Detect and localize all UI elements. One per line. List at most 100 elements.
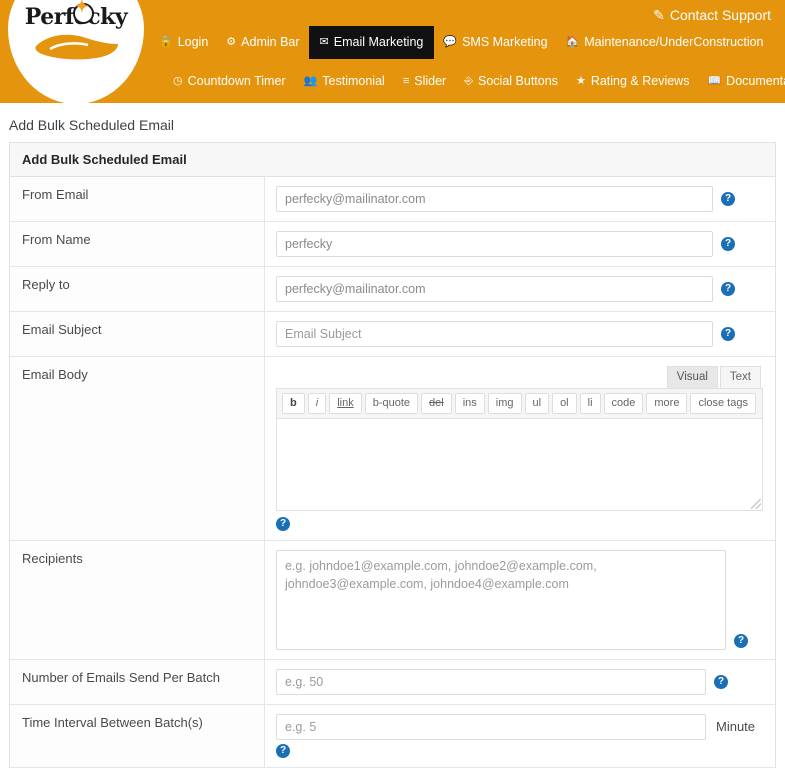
nav-item-social-buttons[interactable]: ⎆ Social Buttons bbox=[455, 67, 567, 96]
bulk-email-form: From Email ? From Name ? bbox=[10, 177, 775, 768]
reply-to-help-icon[interactable]: ? bbox=[721, 282, 735, 296]
star-icon: ★ bbox=[575, 74, 586, 87]
envelope-icon: ✉ bbox=[319, 36, 329, 48]
editor-button-more[interactable]: more bbox=[646, 393, 688, 415]
email-body-textarea[interactable] bbox=[276, 419, 763, 512]
form-row-time-interval: Time Interval Between Batch(s) Minute ? bbox=[10, 704, 775, 768]
email-body-help-icon[interactable]: ? bbox=[276, 517, 290, 532]
nav-row-primary: 🔒 Login ⚙ Admin Bar ✉ Email Marketing 💬 … bbox=[150, 26, 780, 59]
editor-button-link[interactable]: link bbox=[329, 393, 362, 415]
editor-button-blockquote[interactable]: b-quote bbox=[364, 393, 419, 415]
emails-per-batch-help-icon[interactable]: ? bbox=[714, 675, 728, 690]
editor-mode-tabs: Visual Text bbox=[276, 366, 763, 388]
contact-support-label: Contact Support bbox=[669, 7, 771, 23]
tab-visual[interactable]: Visual bbox=[666, 366, 718, 388]
lock-icon: 🔒 bbox=[159, 36, 173, 48]
nav-item-email-marketing-label: Email Marketing bbox=[333, 35, 424, 50]
nav-item-login[interactable]: 🔒 Login bbox=[150, 28, 217, 57]
email-subject-help-icon[interactable]: ? bbox=[721, 327, 735, 341]
editor-button-code[interactable]: code bbox=[603, 393, 644, 415]
from-email-label: From Email bbox=[10, 177, 265, 222]
editor-button-img[interactable]: img bbox=[487, 393, 522, 415]
nav-item-countdown-timer-label: Countdown Timer bbox=[187, 73, 286, 88]
nav-item-social-buttons-label: Social Buttons bbox=[478, 73, 558, 88]
logo-spark-icon: ✦ bbox=[74, 0, 89, 17]
from-name-help-icon[interactable]: ? bbox=[721, 237, 735, 251]
from-email-input[interactable] bbox=[276, 186, 713, 212]
recipients-textarea[interactable] bbox=[276, 550, 726, 651]
home-icon: 🏠 bbox=[565, 36, 580, 48]
editor-button-ins[interactable]: ins bbox=[454, 393, 485, 415]
share-icon: ⎆ bbox=[464, 74, 474, 87]
site-header: Perfecky ✦ ✎Contact Support 🔒 Login ⚙ Ad bbox=[0, 0, 785, 103]
email-body-editor: Visual Text b i link b-quote del ins img… bbox=[276, 366, 763, 532]
nav-item-login-label: Login bbox=[177, 35, 209, 50]
tab-text[interactable]: Text bbox=[719, 366, 761, 388]
bulk-email-panel: Add Bulk Scheduled Email From Email ? Fr… bbox=[9, 142, 776, 768]
form-row-emails-per-batch: Number of Emails Send Per Batch ? bbox=[10, 659, 775, 705]
nav-item-testimonial-label: Testimonial bbox=[322, 73, 385, 88]
editor-button-ol[interactable]: ol bbox=[552, 393, 577, 415]
resize-handle-icon[interactable] bbox=[751, 499, 761, 510]
form-row-from-email: From Email ? bbox=[10, 177, 775, 222]
nav-item-slider-label: Slider bbox=[414, 73, 447, 88]
nav-row-secondary: ◷ Countdown Timer 👥 Testimonial ≡ Slider… bbox=[150, 66, 785, 96]
time-interval-input[interactable] bbox=[276, 714, 706, 741]
form-row-recipients: Recipients ? bbox=[10, 540, 775, 660]
nav-item-maintenance[interactable]: 🏠 Maintenance/UnderConstruction bbox=[557, 28, 773, 57]
page-title: Add Bulk Scheduled Email bbox=[9, 117, 174, 133]
nav-item-slider[interactable]: ≡ Slider bbox=[394, 67, 455, 96]
editor-button-del[interactable]: del bbox=[421, 393, 452, 415]
nav-item-testimonial[interactable]: 👥 Testimonial bbox=[295, 67, 394, 96]
sliders-icon: ≡ bbox=[402, 74, 410, 87]
hand-icon bbox=[30, 30, 122, 65]
gear-icon: ⚙ bbox=[226, 36, 237, 48]
from-email-help-icon[interactable]: ? bbox=[721, 192, 735, 206]
emails-per-batch-label: Number of Emails Send Per Batch bbox=[10, 659, 265, 705]
time-interval-unit-label: Minute bbox=[716, 719, 756, 735]
nav-item-rating-reviews-label: Rating & Reviews bbox=[590, 73, 690, 88]
recipients-help-icon[interactable]: ? bbox=[734, 634, 748, 649]
form-row-email-body: Email Body Visual Text b i link b-quote … bbox=[10, 356, 775, 541]
time-interval-label: Time Interval Between Batch(s) bbox=[10, 704, 265, 768]
email-subject-label: Email Subject bbox=[10, 311, 265, 357]
email-body-label: Email Body bbox=[10, 356, 265, 541]
editor-button-li[interactable]: li bbox=[579, 393, 601, 415]
nav-item-admin-bar[interactable]: ⚙ Admin Bar bbox=[217, 28, 308, 57]
pencil-icon: ✎ bbox=[653, 7, 665, 23]
email-subject-input[interactable] bbox=[276, 321, 713, 347]
nav-item-documentation-label: Documentation bbox=[726, 73, 785, 88]
book-icon: 📖 bbox=[707, 74, 722, 87]
nav-item-documentation[interactable]: 📖 Documentation bbox=[698, 67, 785, 96]
nav-item-countdown-timer[interactable]: ◷ Countdown Timer bbox=[164, 67, 295, 96]
from-name-label: From Name bbox=[10, 221, 265, 267]
nav-item-email-marketing[interactable]: ✉ Email Marketing bbox=[308, 26, 435, 59]
reply-to-label: Reply to bbox=[10, 266, 265, 312]
form-row-from-name: From Name ? bbox=[10, 221, 775, 267]
brand-logo[interactable]: Perfecky ✦ bbox=[8, 0, 144, 103]
page-content: Add Bulk Scheduled Email Add Bulk Schedu… bbox=[0, 103, 785, 768]
from-name-input[interactable] bbox=[276, 231, 713, 257]
main-navigation: 🔒 Login ⚙ Admin Bar ✉ Email Marketing 💬 … bbox=[150, 26, 785, 96]
editor-button-italic[interactable]: i bbox=[307, 393, 327, 415]
recipients-label: Recipients bbox=[10, 540, 265, 660]
nav-item-rating-reviews[interactable]: ★ Rating & Reviews bbox=[567, 67, 699, 96]
clock-icon: ◷ bbox=[173, 74, 183, 87]
editor-button-ul[interactable]: ul bbox=[524, 393, 550, 415]
comment-icon: 💬 bbox=[443, 36, 458, 48]
emails-per-batch-input[interactable] bbox=[276, 669, 706, 696]
editor-toolbar: b i link b-quote del ins img ul ol li co… bbox=[276, 388, 763, 420]
nav-item-admin-bar-label: Admin Bar bbox=[241, 35, 300, 50]
editor-button-close-tags[interactable]: close tags bbox=[690, 393, 756, 415]
brand-wordmark: Perfecky ✦ bbox=[25, 0, 128, 28]
nav-item-sms-marketing[interactable]: 💬 SMS Marketing bbox=[434, 28, 556, 57]
contact-support-link[interactable]: ✎ Contact Support bbox=[653, 7, 771, 24]
panel-title: Add Bulk Scheduled Email bbox=[10, 143, 775, 177]
reply-to-input[interactable] bbox=[276, 276, 713, 302]
nav-item-maintenance-label: Maintenance/UnderConstruction bbox=[584, 35, 764, 50]
time-interval-help-icon[interactable]: ? bbox=[276, 744, 290, 759]
users-icon: 👥 bbox=[303, 74, 318, 87]
editor-button-bold[interactable]: b bbox=[282, 393, 305, 415]
form-row-reply-to: Reply to ? bbox=[10, 266, 775, 312]
nav-item-sms-marketing-label: SMS Marketing bbox=[462, 35, 548, 50]
